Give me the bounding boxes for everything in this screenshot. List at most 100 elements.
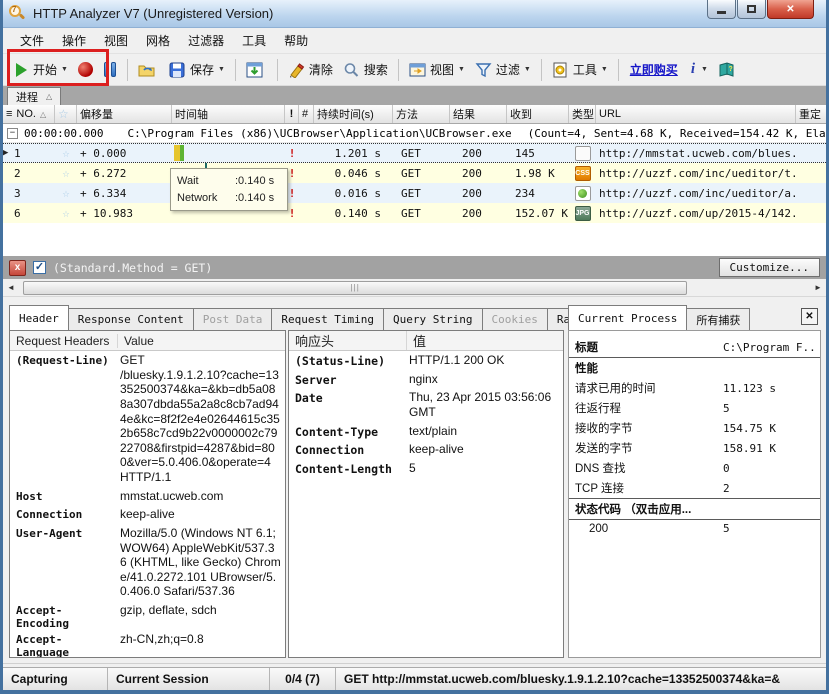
minimize-button[interactable] bbox=[707, 0, 736, 19]
scroll-left-icon[interactable]: ◄ bbox=[3, 280, 19, 296]
chevron-down-icon[interactable]: ▼ bbox=[701, 66, 708, 73]
chevron-down-icon[interactable]: ▼ bbox=[458, 66, 465, 73]
column-header-alert[interactable]: ! bbox=[285, 105, 299, 123]
menu-filter[interactable]: 过滤器 bbox=[179, 29, 233, 52]
tab-request-timing[interactable]: Request Timing bbox=[271, 308, 384, 330]
filter-button[interactable]: 过滤 ▼ bbox=[470, 57, 536, 83]
cell-url[interactable]: http://uzzf.com/inc/ueditor/a... bbox=[596, 183, 796, 203]
stop-button[interactable] bbox=[73, 57, 98, 83]
chevron-down-icon[interactable]: ▼ bbox=[61, 66, 68, 73]
header-entry[interactable]: User-Agent Mozilla/5.0 (Windows NT 6.1; … bbox=[10, 524, 285, 601]
menu-view[interactable]: 视图 bbox=[95, 29, 137, 52]
maximize-button[interactable] bbox=[737, 0, 766, 19]
header-entry[interactable]: Accept-Encoding gzip, deflate, sdch bbox=[10, 601, 285, 630]
column-chooser-icon[interactable]: ≡ bbox=[6, 108, 12, 120]
buy-now-link[interactable]: 立即购买 bbox=[624, 61, 684, 78]
column-header-url[interactable]: URL bbox=[596, 105, 796, 123]
table-row[interactable]: ▶ 1 ☆ + 0.000 ! 1.201 s GET 200 145 http… bbox=[3, 143, 826, 163]
request-value-column[interactable]: Value bbox=[118, 334, 160, 348]
column-header-timeline[interactable]: 时间轴 bbox=[172, 105, 285, 123]
stat-row[interactable]: 请求已用的时间 11.123 s bbox=[569, 378, 820, 398]
open-session-button[interactable] bbox=[133, 57, 164, 83]
tab-cookies[interactable]: Cookies bbox=[482, 308, 548, 330]
chevron-down-icon[interactable]: ▼ bbox=[601, 66, 608, 73]
stat-row[interactable]: 200 5 bbox=[569, 520, 820, 537]
stat-row[interactable]: 往返行程 5 bbox=[569, 398, 820, 418]
menu-action[interactable]: 操作 bbox=[53, 29, 95, 52]
response-value-column[interactable]: 值 bbox=[407, 331, 432, 350]
close-button[interactable]: ✕ bbox=[767, 0, 814, 19]
panel-close-button[interactable]: ✕ bbox=[801, 308, 818, 325]
menu-tools[interactable]: 工具 bbox=[233, 29, 275, 52]
star-icon[interactable]: ☆ bbox=[55, 163, 77, 183]
header-entry[interactable]: Connection keep-alive bbox=[289, 440, 563, 459]
table-row[interactable]: 3 ☆ + 6.334 ! 0.016 s GET 200 234 http:/… bbox=[3, 183, 826, 203]
menu-file[interactable]: 文件 bbox=[11, 29, 53, 52]
filter-enabled-checkbox[interactable]: ✓ bbox=[33, 261, 46, 274]
star-icon[interactable]: ☆ bbox=[55, 144, 77, 162]
search-button[interactable]: 搜索 bbox=[338, 57, 393, 83]
stat-row[interactable]: 标题 C:\Program F... bbox=[569, 337, 820, 358]
header-entry[interactable]: Host mmstat.ucweb.com bbox=[10, 487, 285, 506]
table-row[interactable]: 6 ☆ + 10.983 ! 0.140 s GET 200 152.07 K … bbox=[3, 203, 826, 223]
cell-url[interactable]: http://uzzf.com/up/2015-4/142... bbox=[596, 203, 796, 223]
column-header-offset[interactable]: 偏移量 bbox=[77, 105, 172, 123]
collapse-icon[interactable]: − bbox=[7, 128, 18, 139]
cell-url[interactable]: http://uzzf.com/inc/ueditor/t... bbox=[596, 163, 796, 183]
info-button[interactable]: i ▼ bbox=[684, 57, 713, 83]
header-entry[interactable]: Connection keep-alive bbox=[10, 505, 285, 524]
scrollbar-thumb[interactable]: ||| bbox=[23, 281, 687, 295]
column-header-type[interactable]: 类型 bbox=[569, 105, 596, 123]
column-header-num[interactable]: # bbox=[299, 105, 314, 123]
tab-post-data[interactable]: Post Data bbox=[193, 308, 273, 330]
stat-row[interactable]: 接收的字节 154.75 K bbox=[569, 418, 820, 438]
import-button[interactable] bbox=[241, 57, 272, 83]
column-header-no[interactable]: ≡ NO. △ bbox=[3, 105, 55, 123]
tools-button[interactable]: 工具 ▼ bbox=[547, 57, 613, 83]
tab-all-captures[interactable]: 所有捕获 bbox=[686, 308, 750, 330]
customize-button[interactable]: Customize... bbox=[719, 258, 820, 277]
remove-filter-button[interactable]: x bbox=[9, 260, 26, 276]
response-headers-column[interactable]: 响应头 bbox=[289, 331, 407, 350]
header-entry[interactable]: Date Thu, 23 Apr 2015 03:56:06 GMT bbox=[289, 388, 563, 421]
group-row[interactable]: − 00:00:00.000 C:\Program Files (x86)\UC… bbox=[3, 124, 826, 143]
view-button[interactable]: 视图 ▼ bbox=[404, 57, 470, 83]
tab-process[interactable]: 进程 △ bbox=[7, 87, 61, 105]
column-header-star[interactable]: ☆ bbox=[55, 105, 77, 123]
request-headers-column[interactable]: Request Headers bbox=[10, 334, 118, 348]
start-button[interactable]: 开始 ▼ bbox=[11, 57, 73, 83]
menu-grid[interactable]: 网格 bbox=[137, 29, 179, 52]
header-entry[interactable]: (Status-Line) HTTP/1.1 200 OK bbox=[289, 351, 563, 370]
star-icon[interactable]: ☆ bbox=[55, 183, 77, 203]
column-header-result[interactable]: 结果 bbox=[450, 105, 507, 123]
table-row[interactable]: 2 ☆ + 6.272 ! 0.046 s GET 200 1.98 K CSS… bbox=[3, 163, 826, 183]
menu-help[interactable]: 帮助 bbox=[275, 29, 317, 52]
horizontal-scrollbar[interactable]: ◄ ||| ► bbox=[3, 279, 826, 297]
cell-url[interactable]: http://mmstat.ucweb.com/blues... bbox=[596, 144, 796, 162]
column-header-redirect[interactable]: 重定 bbox=[796, 105, 826, 123]
scroll-right-icon[interactable]: ► bbox=[810, 280, 826, 296]
column-header-duration[interactable]: 持续时间(s) bbox=[314, 105, 393, 123]
stat-row[interactable]: DNS 查找 0 bbox=[569, 458, 820, 478]
stat-row[interactable]: 发送的字节 158.91 K bbox=[569, 438, 820, 458]
column-header-received[interactable]: 收到 bbox=[507, 105, 569, 123]
tab-current-process[interactable]: Current Process bbox=[568, 305, 687, 330]
header-entry[interactable]: Server nginx bbox=[289, 370, 563, 389]
star-icon[interactable]: ☆ bbox=[55, 203, 77, 223]
save-button[interactable]: 保存 ▼ bbox=[164, 57, 230, 83]
column-header-method[interactable]: 方法 bbox=[393, 105, 450, 123]
header-entry[interactable]: Content-Length 5 bbox=[289, 459, 563, 478]
tab-query-string[interactable]: Query String bbox=[383, 308, 482, 330]
chevron-down-icon[interactable]: ▼ bbox=[218, 66, 225, 73]
header-entry[interactable]: Content-Type text/plain bbox=[289, 422, 563, 441]
scrollbar-track[interactable]: ||| bbox=[19, 280, 810, 296]
chevron-down-icon[interactable]: ▼ bbox=[524, 66, 531, 73]
pause-button[interactable] bbox=[98, 57, 122, 83]
clear-button[interactable]: 清除 bbox=[283, 57, 338, 83]
tab-response-content[interactable]: Response Content bbox=[68, 308, 194, 330]
help-button[interactable]: ? bbox=[713, 57, 744, 83]
tab-header[interactable]: Header bbox=[9, 305, 69, 330]
header-entry[interactable]: Accept-Language zh-CN,zh;q=0.8 bbox=[10, 630, 285, 658]
stat-row[interactable]: TCP 连接 2 bbox=[569, 478, 820, 498]
header-entry[interactable]: (Request-Line) GET /bluesky.1.9.1.2.10?c… bbox=[10, 351, 285, 487]
